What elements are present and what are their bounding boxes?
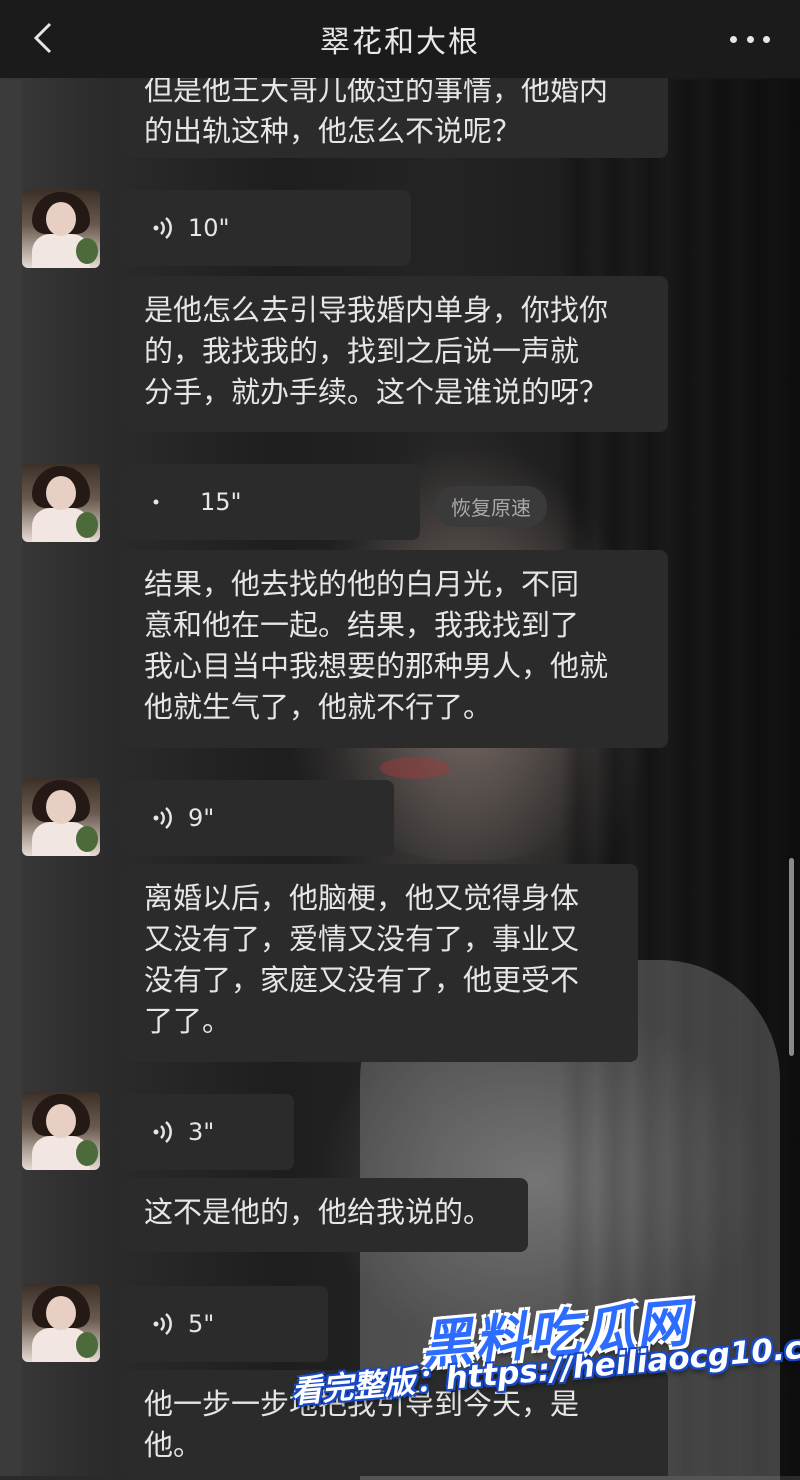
- voice-message[interactable]: 9": [113, 780, 394, 856]
- voice-message[interactable]: 10": [113, 190, 411, 266]
- message-line: 分手，就办手续。这个是谁说的呀？: [144, 375, 609, 409]
- message-line: 他就生气了，他就不行了。: [144, 690, 493, 724]
- message-line: 没有了，家庭又没有了，他更受不: [144, 963, 580, 997]
- voice-duration: 9": [188, 803, 215, 832]
- message-line: 的，我找我的，找到之后说一声就: [144, 334, 580, 368]
- text-message[interactable]: 这不是他的，他给我说的。: [122, 1178, 528, 1252]
- voice-wave-icon: [153, 1121, 172, 1143]
- voice-wave-icon: [153, 217, 172, 239]
- message-line: 了了。: [144, 1004, 232, 1038]
- chevron-left-icon[interactable]: [26, 18, 66, 58]
- voice-message[interactable]: 3": [113, 1094, 294, 1170]
- voice-wave-icon: [153, 807, 172, 829]
- text-message[interactable]: 但是他王大哥儿做过的事情，他婚内 的出轨这种，他怎么不说呢？: [122, 78, 668, 158]
- voice-message[interactable]: 5": [113, 1286, 328, 1362]
- message-line: 他。: [144, 1428, 203, 1462]
- voice-duration: 10": [188, 213, 230, 242]
- message-line: 意和他在一起。结果，我我找到了: [144, 608, 580, 642]
- avatar[interactable]: [22, 464, 100, 542]
- message-line: 的出轨这种，他怎么不说呢？: [144, 114, 522, 148]
- voice-duration: 5": [188, 1309, 215, 1338]
- message-line: 我心目当中我想要的那种男人，他就: [144, 649, 609, 683]
- message-list[interactable]: 但是他王大哥儿做过的事情，他婚内 的出轨这种，他怎么不说呢？ 10" 是他怎么去…: [0, 78, 800, 1476]
- text-message[interactable]: 离婚以后，他脑梗，他又觉得身体 又没有了，爱情又没有了，事业又 没有了，家庭又没…: [122, 864, 638, 1062]
- avatar[interactable]: [22, 190, 100, 268]
- message-line: 结果，他去找的他的白月光，不同: [144, 567, 580, 601]
- voice-wave-icon: [153, 1313, 172, 1335]
- message-line: 又没有了，爱情又没有了，事业又: [144, 922, 580, 956]
- voice-duration: 15": [200, 487, 242, 516]
- message-line: 是他怎么去引导我婚内单身，你找你: [144, 293, 609, 327]
- voice-duration: 3": [188, 1117, 215, 1146]
- restore-speed-button[interactable]: 恢复原速: [435, 486, 547, 527]
- avatar[interactable]: [22, 1092, 100, 1170]
- scrollbar[interactable]: [789, 858, 794, 1056]
- chat-title: 翠花和大根: [320, 25, 480, 60]
- message-line: 这不是他的，他给我说的。: [144, 1195, 493, 1229]
- avatar[interactable]: [22, 778, 100, 856]
- text-message[interactable]: 结果，他去找的他的白月光，不同 意和他在一起。结果，我我找到了 我心目当中我想要…: [122, 550, 668, 748]
- avatar[interactable]: [22, 1284, 100, 1362]
- text-message[interactable]: 是他怎么去引导我婚内单身，你找你 的，我找我的，找到之后说一声就 分手，就办手续…: [122, 276, 668, 432]
- more-dots-icon[interactable]: [730, 24, 770, 54]
- voice-message[interactable]: 15": [113, 464, 420, 540]
- message-line: 但是他王大哥儿做过的事情，他婚内: [144, 78, 609, 107]
- voice-wave-icon: [153, 499, 159, 505]
- chat-header: 翠花和大根: [0, 0, 800, 78]
- message-line: 离婚以后，他脑梗，他又觉得身体: [144, 881, 580, 915]
